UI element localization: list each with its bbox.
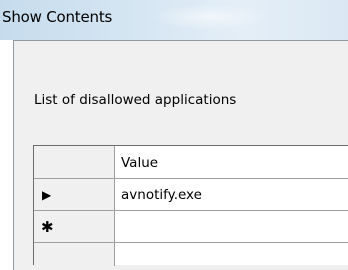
value-cell[interactable]: avnotify.exe [121, 187, 202, 203]
row-divider [34, 242, 348, 243]
column-header-label: Value [121, 155, 159, 171]
title-bar: Show Contents [0, 0, 348, 40]
window-title: Show Contents [2, 8, 113, 26]
new-row-indicator-icon: ✱ [41, 218, 54, 236]
grid-corner-cell[interactable] [34, 146, 115, 179]
list-caption: List of disallowed applications [34, 92, 237, 108]
title-bar-glow [150, 4, 270, 30]
column-header-value[interactable]: Value [115, 146, 348, 179]
values-grid[interactable]: Value ▶ avnotify.exe ✱ [33, 145, 348, 266]
current-row-indicator-icon: ▶ [42, 188, 52, 202]
row-divider [34, 210, 348, 211]
